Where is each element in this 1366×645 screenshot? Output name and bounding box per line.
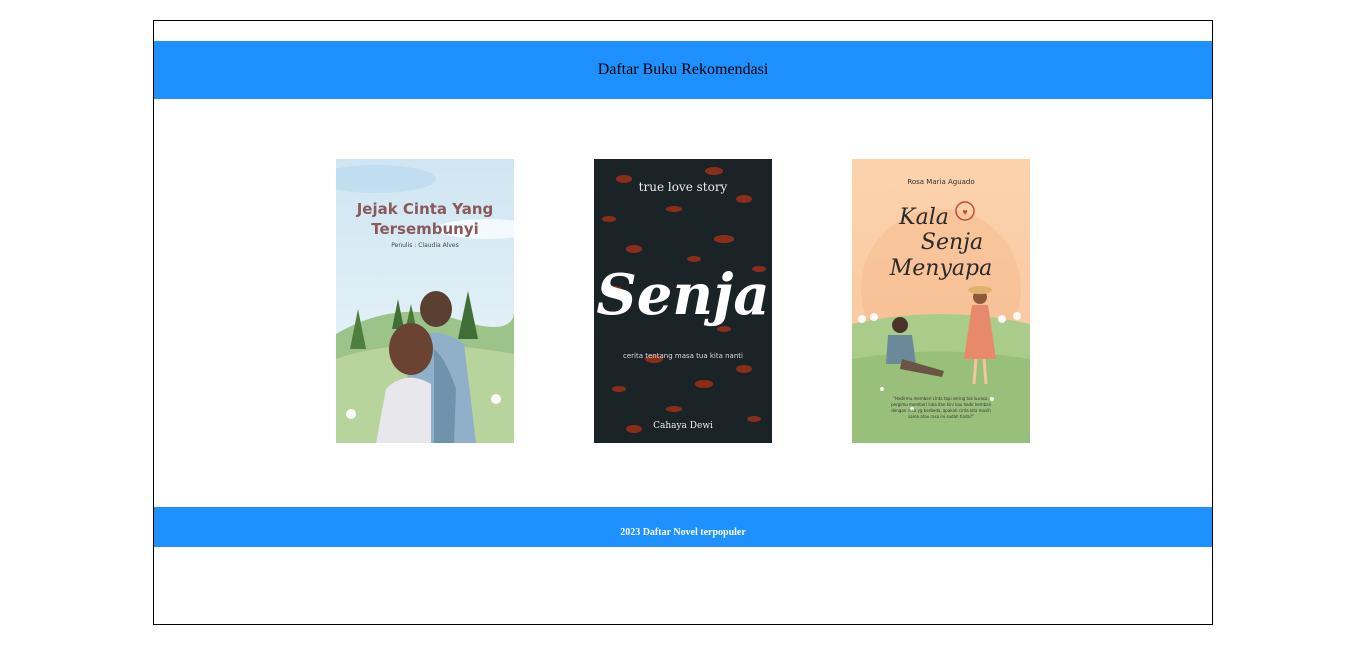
book1-title-line2: Tersembunyi (371, 220, 479, 238)
book-gallery: Jejak Cinta Yang Tersembunyi Penulis : C… (154, 159, 1212, 443)
book-cover-kala-senja[interactable]: ♥ Rosa Maria Aguado Kala Senja Menyapa "… (852, 159, 1030, 443)
book3-title-line2: Senja (921, 230, 983, 255)
svg-text:♥: ♥ (962, 207, 967, 217)
footer-bar: 2023 Daftar Novel terpopuler (154, 507, 1212, 547)
page-title: Daftar Buku Rekomendasi (597, 61, 769, 78)
book3-quote-line3: dengan rasa yg berbeda, apakah cinta kit… (891, 408, 991, 413)
book2-author: Cahaya Dewi (653, 421, 713, 431)
book-cover-jejak-cinta[interactable]: Jejak Cinta Yang Tersembunyi Penulis : C… (336, 159, 514, 443)
book1-author: Penulis : Claudia Alves (391, 242, 459, 249)
book3-quote-line2: pergimu memberi luka dan kini kau hadir … (891, 402, 991, 407)
header-bar: Daftar Buku Rekomendasi (154, 41, 1212, 99)
book3-quote-line1: "Hadirmu memberi cinta tapi sering tak k… (893, 396, 988, 401)
book-cover-jejak-cinta-art: Jejak Cinta Yang Tersembunyi Penulis : C… (336, 159, 514, 443)
footer-text: 2023 Daftar Novel terpopuler (620, 526, 746, 538)
book3-title-line3: Menyapa (889, 256, 992, 281)
book3-author: Rosa Maria Aguado (907, 178, 974, 186)
book-cover-senja[interactable]: true love story Senja cerita tentang mas… (594, 159, 772, 443)
book-cover-kala-senja-art: ♥ Rosa Maria Aguado Kala Senja Menyapa "… (852, 159, 1030, 443)
book2-tagline: true love story (639, 180, 728, 194)
book2-subtitle: cerita tentang masa tua kita nanti (623, 352, 743, 360)
book1-title-line1: Jejak Cinta Yang (356, 200, 494, 218)
book3-quote-line4: sama atau rasa ini sudah tiada?" (908, 414, 974, 419)
page-frame: Daftar Buku Rekomendasi Jejak Cinta Yang… (153, 20, 1213, 625)
book2-title: Senja (596, 262, 769, 328)
book-cover-senja-art: true love story Senja cerita tentang mas… (594, 159, 772, 443)
book3-title-line1: Kala (898, 205, 949, 230)
